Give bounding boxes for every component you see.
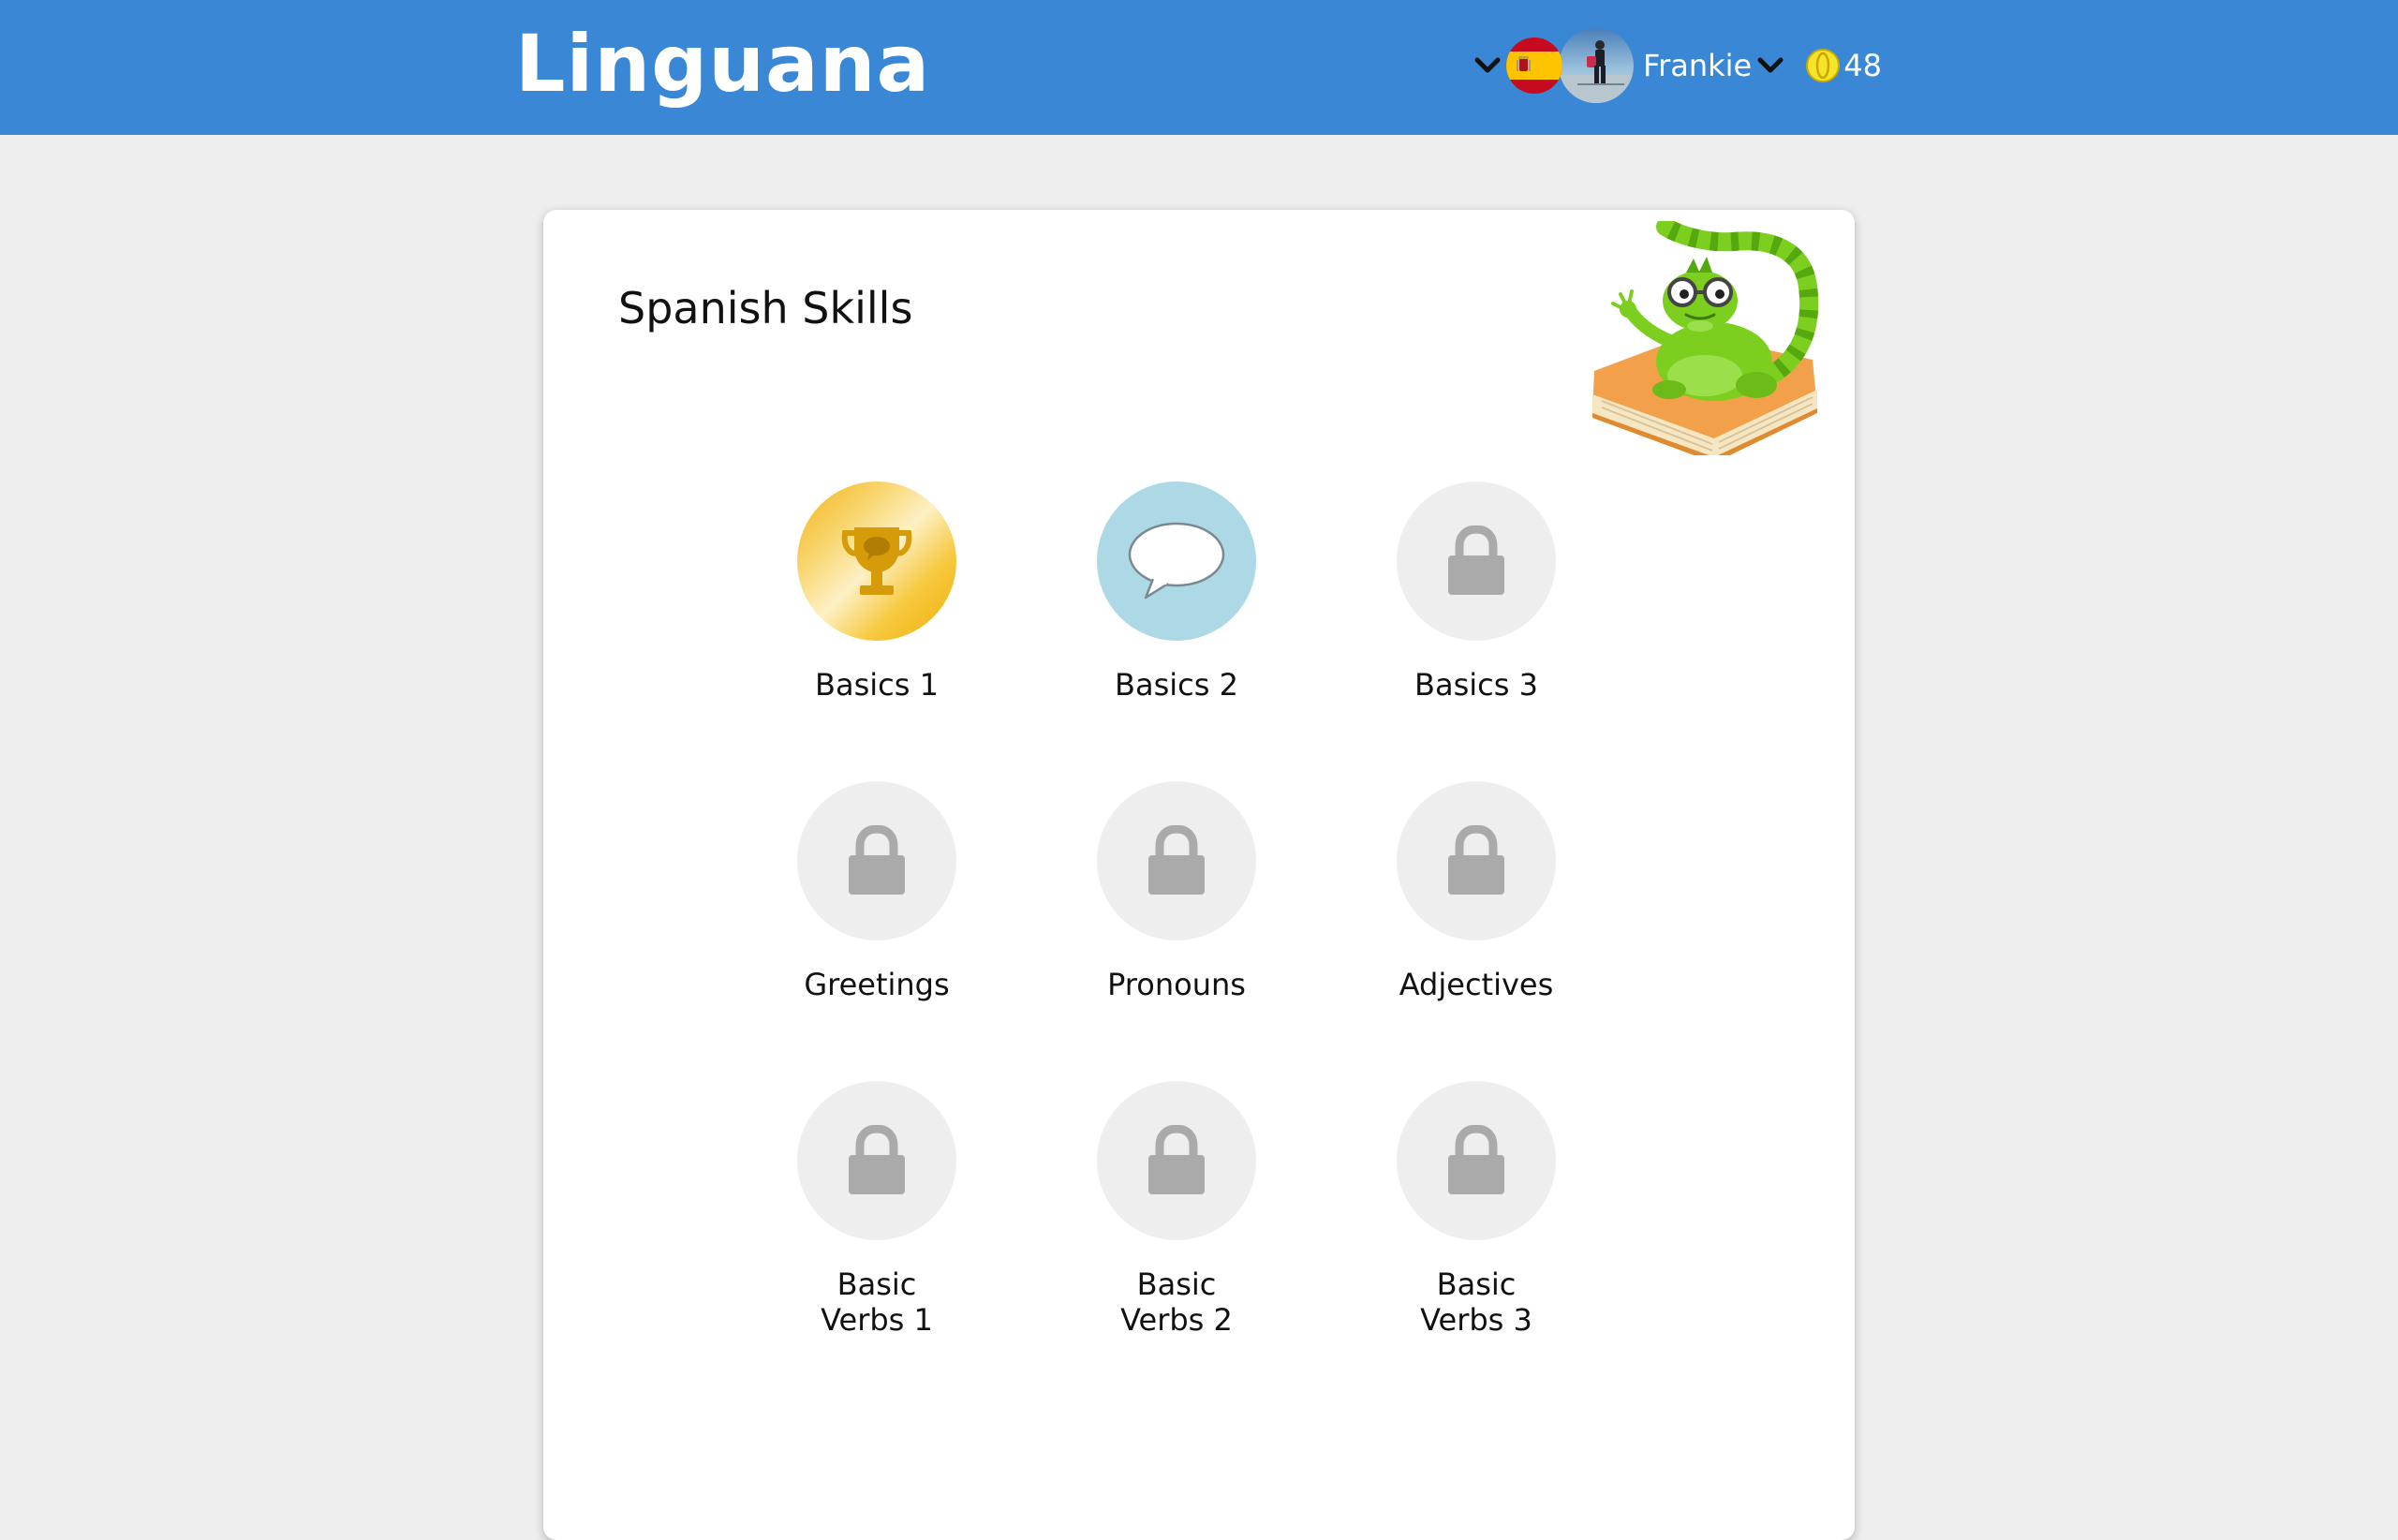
user-controls: Frankie 48 [1473, 26, 1882, 105]
coin-count: 48 [1843, 48, 1882, 83]
skill-label-line-1: Basic [1136, 1266, 1217, 1302]
skill-greetings[interactable]: Greetings [755, 781, 999, 1002]
skill-label: Basics 3 [1414, 667, 1538, 703]
brand-logo[interactable]: Linguana [515, 17, 930, 111]
skill-basics-2[interactable]: Basics 2 [1055, 481, 1298, 703]
skill-basic-verbs-3[interactable]: Basic Verbs 3 [1354, 1081, 1598, 1338]
lock-icon [1448, 1125, 1504, 1194]
username[interactable]: Frankie [1643, 48, 1752, 83]
skill-label: Adjectives [1399, 967, 1554, 1002]
top-navigation-bar: Linguana Frankie 48 [0, 0, 2398, 135]
lock-icon [1448, 526, 1504, 595]
skill-circle-completed[interactable] [797, 481, 956, 641]
coin-icon [1804, 47, 1842, 84]
skill-circle-locked[interactable] [797, 1081, 956, 1240]
iguana-mascot-illustration [1592, 221, 1819, 455]
skill-circle-locked[interactable] [1397, 1081, 1556, 1240]
skill-label-line-1: Basic [1436, 1266, 1517, 1302]
lock-icon [1148, 825, 1205, 895]
language-dropdown-chevron-icon[interactable] [1473, 51, 1502, 81]
skill-basic-verbs-1[interactable]: Basic Verbs 1 [755, 1081, 999, 1338]
speech-bubble-icon [1128, 522, 1225, 600]
skill-label-line-1: Basic [836, 1266, 917, 1302]
user-menu-chevron-icon[interactable] [1755, 51, 1785, 81]
skill-circle-locked[interactable] [1097, 781, 1256, 940]
skill-label-line-2: Verbs 1 [821, 1302, 933, 1338]
skill-label: Basics 1 [815, 667, 939, 703]
skill-circle-locked[interactable] [1397, 481, 1556, 641]
skill-label-line-2: Verbs 3 [1420, 1302, 1532, 1338]
page-title: Spanish Skills [618, 283, 913, 333]
skill-circle-locked[interactable] [1397, 781, 1556, 940]
skill-label: Basic Verbs 2 [1055, 1266, 1298, 1338]
skill-adjectives[interactable]: Adjectives [1354, 781, 1598, 1002]
skills-card: Spanish Skills Basics 1 Basics 2 Basics … [543, 210, 1855, 1540]
user-avatar[interactable] [1557, 26, 1636, 105]
skill-basics-3[interactable]: Basics 3 [1354, 481, 1598, 703]
skill-label: Basic Verbs 3 [1354, 1266, 1598, 1338]
lock-icon [1448, 825, 1504, 895]
skill-label: Pronouns [1107, 967, 1246, 1002]
skill-circle-locked[interactable] [797, 781, 956, 940]
skill-circle-locked[interactable] [1097, 1081, 1256, 1240]
lock-icon [849, 1125, 905, 1194]
skill-basics-1[interactable]: Basics 1 [755, 481, 999, 703]
skill-label: Basics 2 [1115, 667, 1238, 703]
lock-icon [1148, 1125, 1205, 1194]
skill-circle-unlocked[interactable] [1097, 481, 1256, 641]
skill-label: Greetings [804, 967, 950, 1002]
lock-icon [849, 825, 905, 895]
spain-flag-icon[interactable] [1506, 37, 1562, 94]
skill-label-line-2: Verbs 2 [1120, 1302, 1233, 1338]
skill-basic-verbs-2[interactable]: Basic Verbs 2 [1055, 1081, 1298, 1338]
skill-label: Basic Verbs 1 [755, 1266, 999, 1338]
trophy-icon [841, 527, 912, 595]
skill-pronouns[interactable]: Pronouns [1055, 781, 1298, 1002]
